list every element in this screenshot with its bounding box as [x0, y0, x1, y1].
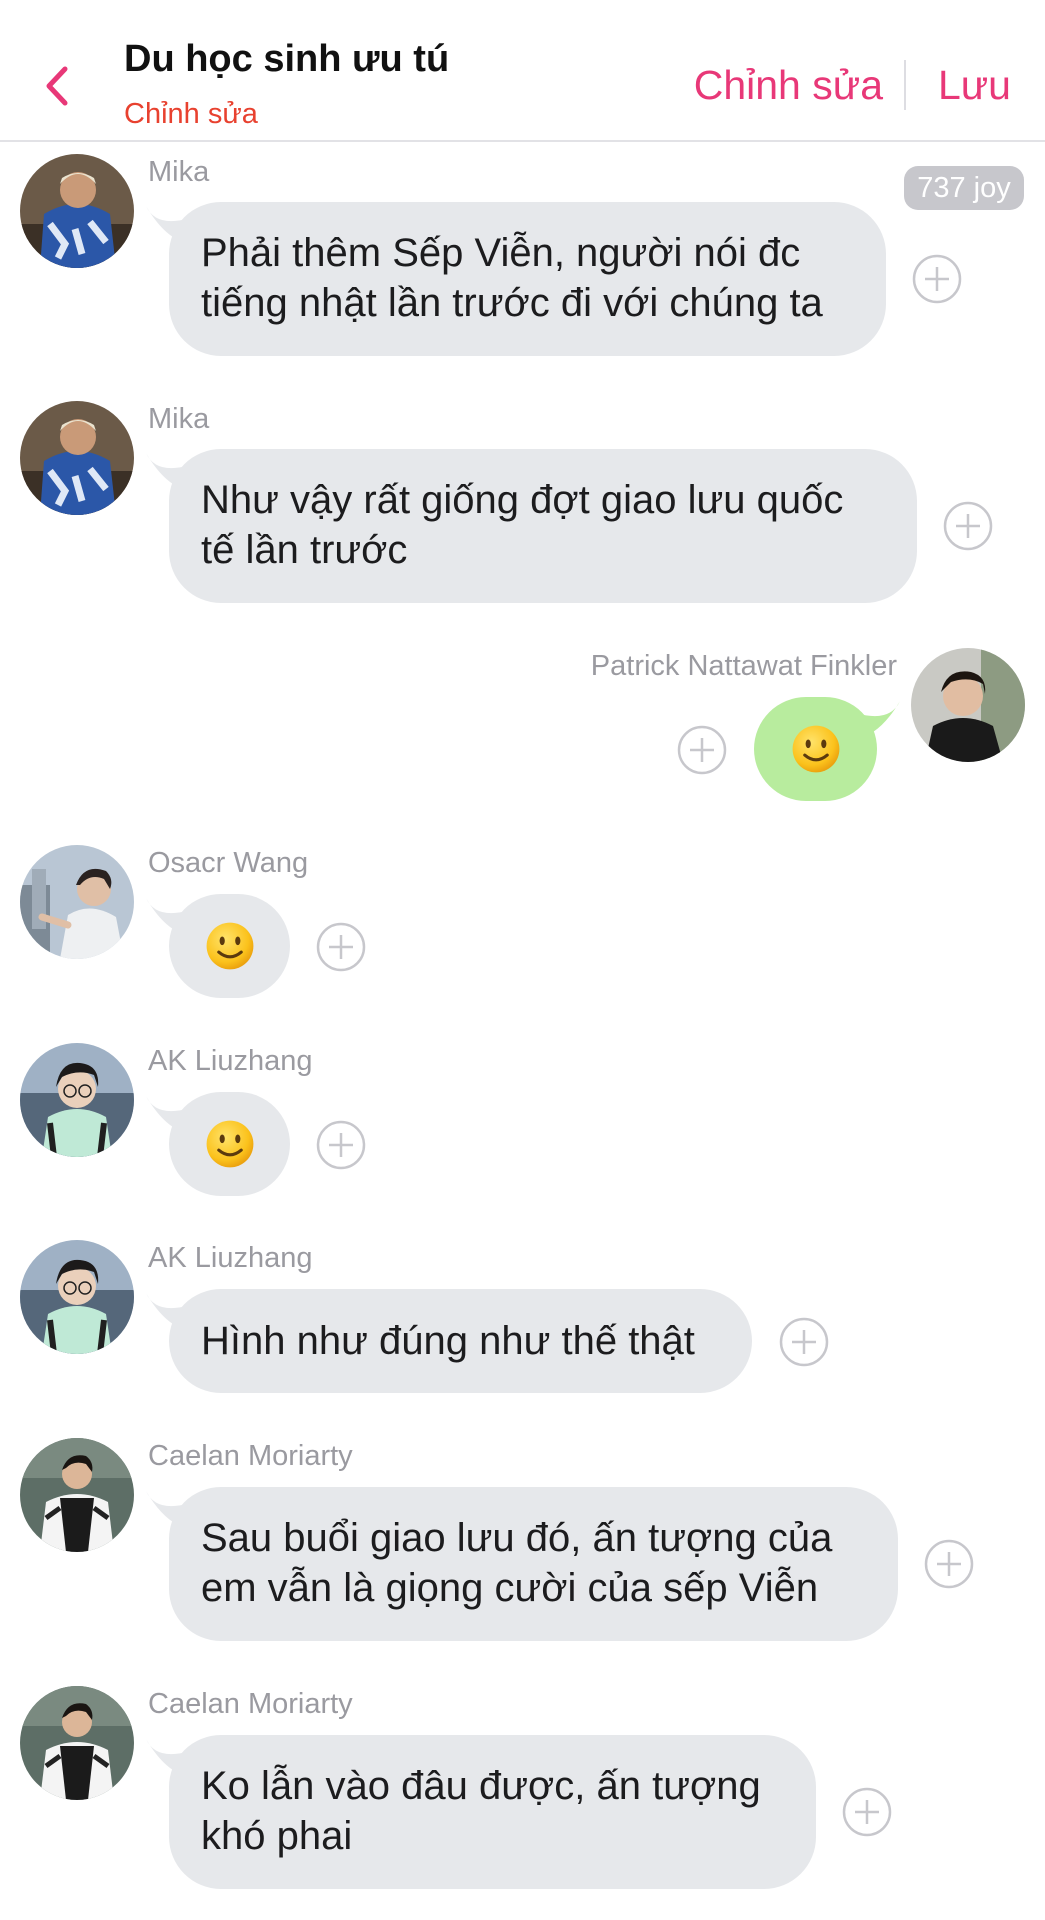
sender-name: AK Liuzhang [148, 1242, 313, 1274]
add-reaction-icon[interactable] [316, 922, 366, 972]
message-text-line: Như vậy rất giống đợt giao lưu quốc [201, 478, 844, 522]
avatar[interactable] [911, 648, 1025, 762]
avatar[interactable] [20, 1240, 134, 1354]
add-reaction-icon[interactable] [842, 1787, 892, 1837]
avatar[interactable] [20, 1438, 134, 1552]
avatar[interactable] [20, 1686, 134, 1800]
message-bubble[interactable]: Phải thêm Sếp Viễn, người nói đc tiếng n… [169, 202, 886, 356]
chat-title: Du học sinh ưu tú [124, 38, 450, 80]
message-bubble[interactable]: Ko lẫn vào đâu được, ấn tượng khó phai [169, 1735, 816, 1889]
sender-name: Mika [148, 156, 210, 188]
save-button[interactable]: Lưu [938, 62, 1011, 109]
message-bubble[interactable]: Hình như đúng như thế thật [169, 1289, 752, 1393]
message-text-line: tế lần trước [201, 528, 408, 572]
add-reaction-icon[interactable] [943, 501, 993, 551]
edit-button[interactable]: Chỉnh sửa [694, 62, 883, 109]
message-text-line: Ko lẫn vào đâu được, ấn tượng [201, 1764, 761, 1808]
slightly-smiling-face-icon [204, 920, 256, 972]
sender-name: Mika [148, 403, 210, 435]
add-reaction-icon[interactable] [779, 1317, 829, 1367]
chat-header: Du học sinh ưu tú Chỉnh sửa Chỉnh sửa Lư… [0, 0, 1045, 142]
message-text-line: tiếng nhật lần trước đi với chúng ta [201, 281, 823, 325]
add-reaction-icon[interactable] [924, 1539, 974, 1589]
avatar[interactable] [20, 154, 134, 268]
message-text-line: em vẫn là giọng cười của sếp Viễn [201, 1566, 819, 1610]
sender-name: Caelan Moriarty [148, 1440, 353, 1472]
header-divider [904, 60, 906, 110]
message-text-line: khó phai [201, 1814, 353, 1858]
avatar[interactable] [20, 1043, 134, 1157]
sender-name: Caelan Moriarty [148, 1688, 353, 1720]
joy-badge: 737 joy [904, 166, 1024, 210]
message-text-line: Sau buổi giao lưu đó, ấn tượng của [201, 1516, 833, 1560]
slightly-smiling-face-icon [790, 723, 842, 775]
avatar[interactable] [20, 401, 134, 515]
message-bubble[interactable] [169, 1092, 290, 1196]
add-reaction-icon[interactable] [677, 725, 727, 775]
message-bubble[interactable]: Như vậy rất giống đợt giao lưu quốc tế l… [169, 449, 917, 603]
message-text-line: Hình như đúng như thế thật [201, 1319, 695, 1363]
slightly-smiling-face-icon [204, 1118, 256, 1170]
sender-name: Osacr Wang [148, 847, 309, 879]
sender-name: Patrick Nattawat Finkler [590, 650, 897, 682]
chevron-left-icon [46, 66, 68, 106]
message-bubble[interactable] [169, 894, 290, 998]
sender-name: AK Liuzhang [148, 1045, 313, 1077]
add-reaction-icon[interactable] [316, 1120, 366, 1170]
back-button[interactable] [38, 60, 74, 112]
avatar[interactable] [20, 845, 134, 959]
message-text-line: Phải thêm Sếp Viễn, người nói đc [201, 231, 801, 275]
message-bubble[interactable] [754, 697, 877, 801]
message-bubble[interactable]: Sau buổi giao lưu đó, ấn tượng của em vẫ… [169, 1487, 898, 1641]
add-reaction-icon[interactable] [912, 254, 962, 304]
chat-subtitle: Chỉnh sửa [124, 98, 258, 130]
